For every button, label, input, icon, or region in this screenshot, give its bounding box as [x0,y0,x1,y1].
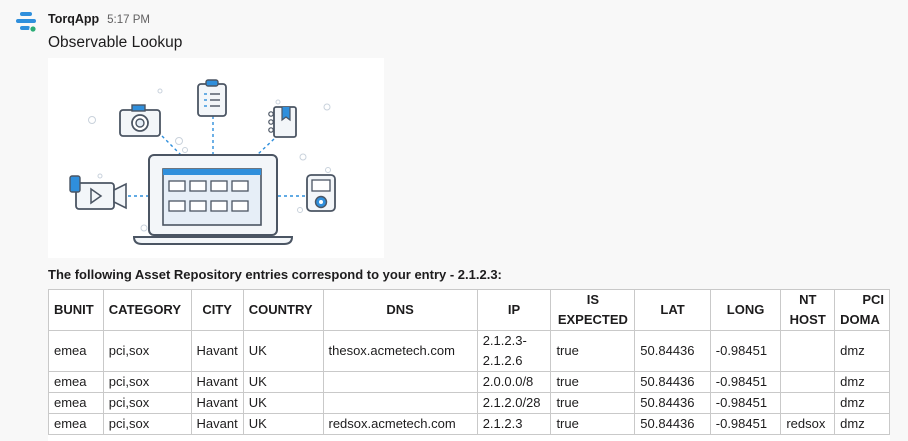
cell-dns [322,392,478,414]
cell-dns: thesox.acmetech.com [322,330,478,372]
cell-ip-line1: 2.1.2.3- [482,333,527,348]
header-dns: DNS [322,289,478,331]
header-is-expected: IS EXPECTED [550,289,636,331]
cell-category: pci,sox [102,371,192,393]
header-nt-host-line2: HOST [789,312,826,327]
cell-is-expected: true [550,371,636,393]
cell-ip: 2.1.2.3 [476,413,552,435]
message-title: Observable Lookup [48,34,183,51]
table-row: emea pci,sox Havant UK redsox.acmetech.c… [48,413,890,435]
cell-city: Havant [190,371,244,393]
cell-city: Havant [190,392,244,414]
header-country: COUNTRY [242,289,324,331]
cell-country: UK [242,392,324,414]
header-pci-line1: PCI [862,292,884,307]
cell-pci-domain: dmz [834,371,890,393]
header-pci-line2: DOMA [840,312,880,327]
cell-bunit: emea [48,330,104,372]
cell-pci-domain: dmz [834,413,890,435]
header-pci-domain: PCI DOMA [834,289,890,331]
sender-name[interactable]: TorqApp [48,12,99,26]
cell-country: UK [242,413,324,435]
cell-nt-host [780,330,836,372]
torq-app-avatar[interactable] [14,11,38,33]
cell-bunit: emea [48,371,104,393]
cell-lat: 50.84436 [634,371,711,393]
cell-city: Havant [190,330,244,372]
table-row: emea pci,sox Havant UK 2.1.2.0/28 true 5… [48,392,890,414]
cell-is-expected: true [550,392,636,414]
cell-nt-host [780,371,836,393]
cell-nt-host: redsox [780,413,836,435]
header-category: CATEGORY [102,289,192,331]
asset-illustration [48,58,384,258]
header-is-expected-line2: EXPECTED [557,312,628,327]
cell-long: -0.98451 [709,330,782,372]
cell-nt-host [780,392,836,414]
cell-city: Havant [190,413,244,435]
header-ip: IP [476,289,552,331]
cell-pci-domain: dmz [834,330,890,372]
header-long: LONG [709,289,782,331]
cell-bunit: emea [48,413,104,435]
cell-is-expected: true [550,330,636,372]
cell-long: -0.98451 [709,413,782,435]
cell-country: UK [242,371,324,393]
header-nt-host-line1: NT [799,292,817,307]
cell-ip: 2.1.2.3- 2.1.2.6 [476,330,552,372]
cell-is-expected: true [550,413,636,435]
cell-dns [322,371,478,393]
cell-long: -0.98451 [709,392,782,414]
header-is-expected-line1: IS [586,292,600,307]
lookup-intro-text: The following Asset Repository entries c… [48,267,502,282]
table-row: emea pci,sox Havant UK 2.0.0.0/8 true 50… [48,371,890,393]
message-timestamp[interactable]: 5:17 PM [107,14,150,26]
cell-lat: 50.84436 [634,330,711,372]
cell-category: pci,sox [102,392,192,414]
message: TorqApp 5:17 PM Observable Lookup The fo… [0,0,908,441]
header-nt-host: NT HOST [780,289,836,331]
asset-table-container[interactable]: BUNIT CATEGORY CITY COUNTRY DNS IP IS EXP… [48,289,890,441]
cell-bunit: emea [48,392,104,414]
cell-country: UK [242,330,324,372]
cell-long: -0.98451 [709,371,782,393]
asset-repository-table: BUNIT CATEGORY CITY COUNTRY DNS IP IS EXP… [48,289,890,435]
cell-lat: 50.84436 [634,413,711,435]
cell-ip-line2: 2.1.2.6 [482,353,523,368]
cell-category: pci,sox [102,413,192,435]
message-header: TorqApp 5:17 PM [48,12,150,28]
cell-pci-domain: dmz [834,392,890,414]
cell-ip: 2.1.2.0/28 [476,392,552,414]
cell-lat: 50.84436 [634,392,711,414]
table-row: emea pci,sox Havant UK thesox.acmetech.c… [48,330,890,372]
header-lat: LAT [634,289,711,331]
header-city: CITY [190,289,244,331]
cell-category: pci,sox [102,330,192,372]
table-header-row: BUNIT CATEGORY CITY COUNTRY DNS IP IS EXP… [48,289,890,331]
header-bunit: BUNIT [48,289,104,331]
cell-dns: redsox.acmetech.com [322,413,478,435]
cell-ip: 2.0.0.0/8 [476,371,552,393]
